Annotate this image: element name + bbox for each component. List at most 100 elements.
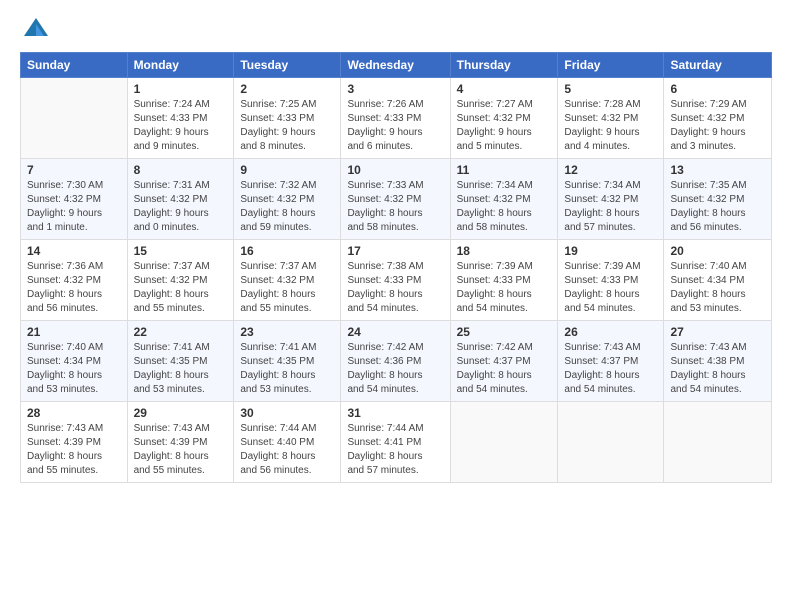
day-info: Sunrise: 7:41 AMSunset: 4:35 PMDaylight:… [134, 341, 228, 397]
calendar-cell: 13 Sunrise: 7:35 AMSunset: 4:32 PMDayligh… [664, 159, 772, 240]
calendar-cell: 27 Sunrise: 7:43 AMSunset: 4:38 PMDayligh… [664, 321, 772, 402]
day-info: Sunrise: 7:26 AMSunset: 4:33 PMDaylight:… [347, 98, 443, 154]
day-number: 27 [670, 325, 765, 339]
day-info: Sunrise: 7:43 AMSunset: 4:38 PMDaylight:… [670, 341, 765, 397]
day-number: 10 [347, 163, 443, 177]
calendar-cell: 31 Sunrise: 7:44 AMSunset: 4:41 PMDayligh… [341, 402, 450, 483]
day-number: 6 [670, 82, 765, 96]
day-info: Sunrise: 7:41 AMSunset: 4:35 PMDaylight:… [240, 341, 334, 397]
calendar-cell: 14 Sunrise: 7:36 AMSunset: 4:32 PMDayligh… [21, 240, 128, 321]
calendar-cell: 8Sunrise: 7:31 AMSunset: 4:32 PMDaylight… [127, 159, 234, 240]
calendar-cell: 23 Sunrise: 7:41 AMSunset: 4:35 PMDayligh… [234, 321, 341, 402]
day-info: Sunrise: 7:38 AMSunset: 4:33 PMDaylight:… [347, 260, 443, 316]
calendar-week-row: 28 Sunrise: 7:43 AMSunset: 4:39 PMDayligh… [21, 402, 772, 483]
calendar-cell: 6 Sunrise: 7:29 AMSunset: 4:32 PMDaylight… [664, 78, 772, 159]
day-number: 2 [240, 82, 334, 96]
day-number: 28 [27, 406, 121, 420]
weekday-header: Tuesday [234, 53, 341, 78]
weekday-header: Monday [127, 53, 234, 78]
day-number: 17 [347, 244, 443, 258]
day-info: Sunrise: 7:24 AMSunset: 4:33 PMDaylight:… [134, 98, 228, 154]
day-info: Sunrise: 7:36 AMSunset: 4:32 PMDaylight:… [27, 260, 121, 316]
day-info: Sunrise: 7:33 AMSunset: 4:32 PMDaylight:… [347, 179, 443, 235]
day-info: Sunrise: 7:27 AMSunset: 4:32 PMDaylight:… [457, 98, 552, 154]
weekday-header: Wednesday [341, 53, 450, 78]
calendar-cell: 28 Sunrise: 7:43 AMSunset: 4:39 PMDayligh… [21, 402, 128, 483]
day-info: Sunrise: 7:25 AMSunset: 4:33 PMDaylight:… [240, 98, 334, 154]
calendar-cell: 20Sunrise: 7:40 AMSunset: 4:34 PMDayligh… [664, 240, 772, 321]
calendar-cell: 16 Sunrise: 7:37 AMSunset: 4:32 PMDayligh… [234, 240, 341, 321]
calendar-cell: 26 Sunrise: 7:43 AMSunset: 4:37 PMDayligh… [558, 321, 664, 402]
day-info: Sunrise: 7:40 AMSunset: 4:34 PMDaylight:… [27, 341, 121, 397]
day-number: 23 [240, 325, 334, 339]
day-number: 13 [670, 163, 765, 177]
calendar-cell [450, 402, 558, 483]
calendar-cell: 5Sunrise: 7:28 AMSunset: 4:32 PMDaylight… [558, 78, 664, 159]
day-number: 18 [457, 244, 552, 258]
header [20, 16, 772, 44]
calendar-cell: 3 Sunrise: 7:26 AMSunset: 4:33 PMDaylight… [341, 78, 450, 159]
day-info: Sunrise: 7:28 AMSunset: 4:32 PMDaylight:… [564, 98, 657, 154]
day-number: 15 [134, 244, 228, 258]
calendar-cell: 24 Sunrise: 7:42 AMSunset: 4:36 PMDayligh… [341, 321, 450, 402]
day-number: 9 [240, 163, 334, 177]
calendar-cell: 12 Sunrise: 7:34 AMSunset: 4:32 PMDayligh… [558, 159, 664, 240]
day-number: 11 [457, 163, 552, 177]
calendar-header-row: SundayMondayTuesdayWednesdayThursdayFrid… [21, 53, 772, 78]
day-info: Sunrise: 7:34 AMSunset: 4:32 PMDaylight:… [564, 179, 657, 235]
weekday-header: Sunday [21, 53, 128, 78]
day-info: Sunrise: 7:29 AMSunset: 4:32 PMDaylight:… [670, 98, 765, 154]
weekday-header: Thursday [450, 53, 558, 78]
calendar-cell: 15Sunrise: 7:37 AMSunset: 4:32 PMDayligh… [127, 240, 234, 321]
calendar-week-row: 14 Sunrise: 7:36 AMSunset: 4:32 PMDayligh… [21, 240, 772, 321]
day-number: 16 [240, 244, 334, 258]
calendar-cell: 10 Sunrise: 7:33 AMSunset: 4:32 PMDayligh… [341, 159, 450, 240]
day-info: Sunrise: 7:32 AMSunset: 4:32 PMDaylight:… [240, 179, 334, 235]
calendar-week-row: 21Sunrise: 7:40 AMSunset: 4:34 PMDayligh… [21, 321, 772, 402]
calendar-week-row: 1Sunrise: 7:24 AMSunset: 4:33 PMDaylight… [21, 78, 772, 159]
day-info: Sunrise: 7:42 AMSunset: 4:37 PMDaylight:… [457, 341, 552, 397]
day-info: Sunrise: 7:30 AMSunset: 4:32 PMDaylight:… [27, 179, 121, 235]
day-number: 29 [134, 406, 228, 420]
day-number: 14 [27, 244, 121, 258]
calendar-cell: 22 Sunrise: 7:41 AMSunset: 4:35 PMDayligh… [127, 321, 234, 402]
calendar-cell: 9 Sunrise: 7:32 AMSunset: 4:32 PMDaylight… [234, 159, 341, 240]
calendar-cell [21, 78, 128, 159]
calendar-cell: 11 Sunrise: 7:34 AMSunset: 4:32 PMDayligh… [450, 159, 558, 240]
calendar-cell [664, 402, 772, 483]
day-info: Sunrise: 7:44 AMSunset: 4:40 PMDaylight:… [240, 422, 334, 478]
day-info: Sunrise: 7:40 AMSunset: 4:34 PMDaylight:… [670, 260, 765, 316]
calendar-cell: 1Sunrise: 7:24 AMSunset: 4:33 PMDaylight… [127, 78, 234, 159]
day-info: Sunrise: 7:37 AMSunset: 4:32 PMDaylight:… [240, 260, 334, 316]
day-info: Sunrise: 7:39 AMSunset: 4:33 PMDaylight:… [564, 260, 657, 316]
day-info: Sunrise: 7:43 AMSunset: 4:39 PMDaylight:… [27, 422, 121, 478]
calendar-cell: 25 Sunrise: 7:42 AMSunset: 4:37 PMDayligh… [450, 321, 558, 402]
weekday-header: Saturday [664, 53, 772, 78]
calendar-cell: 17 Sunrise: 7:38 AMSunset: 4:33 PMDayligh… [341, 240, 450, 321]
day-info: Sunrise: 7:35 AMSunset: 4:32 PMDaylight:… [670, 179, 765, 235]
calendar-cell [558, 402, 664, 483]
calendar-cell: 19 Sunrise: 7:39 AMSunset: 4:33 PMDayligh… [558, 240, 664, 321]
calendar-table: SundayMondayTuesdayWednesdayThursdayFrid… [20, 52, 772, 483]
day-number: 26 [564, 325, 657, 339]
day-number: 31 [347, 406, 443, 420]
calendar-week-row: 7Sunrise: 7:30 AMSunset: 4:32 PMDaylight… [21, 159, 772, 240]
day-number: 12 [564, 163, 657, 177]
day-number: 22 [134, 325, 228, 339]
day-number: 30 [240, 406, 334, 420]
day-info: Sunrise: 7:44 AMSunset: 4:41 PMDaylight:… [347, 422, 443, 478]
day-number: 19 [564, 244, 657, 258]
day-number: 3 [347, 82, 443, 96]
calendar-cell: 2 Sunrise: 7:25 AMSunset: 4:33 PMDaylight… [234, 78, 341, 159]
calendar-cell: 18Sunrise: 7:39 AMSunset: 4:33 PMDayligh… [450, 240, 558, 321]
day-number: 25 [457, 325, 552, 339]
day-info: Sunrise: 7:42 AMSunset: 4:36 PMDaylight:… [347, 341, 443, 397]
day-info: Sunrise: 7:43 AMSunset: 4:37 PMDaylight:… [564, 341, 657, 397]
weekday-header: Friday [558, 53, 664, 78]
day-number: 24 [347, 325, 443, 339]
logo [20, 16, 50, 44]
logo-icon [22, 16, 50, 44]
day-info: Sunrise: 7:34 AMSunset: 4:32 PMDaylight:… [457, 179, 552, 235]
day-info: Sunrise: 7:43 AMSunset: 4:39 PMDaylight:… [134, 422, 228, 478]
calendar-cell: 29 Sunrise: 7:43 AMSunset: 4:39 PMDayligh… [127, 402, 234, 483]
